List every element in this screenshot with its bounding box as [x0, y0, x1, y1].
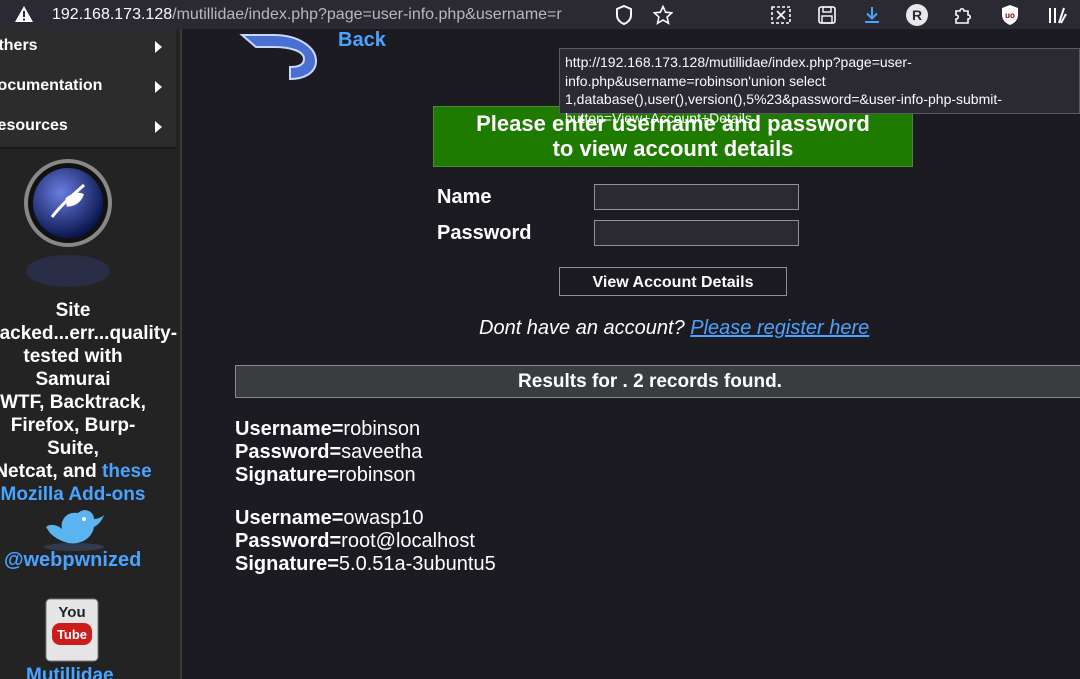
url-host: 192.168.173.128	[52, 6, 173, 23]
ublock-origin-icon[interactable]: uo	[999, 4, 1021, 26]
svg-text:uo: uo	[1005, 11, 1015, 20]
record-password: saveetha	[341, 441, 423, 463]
record-password: root@localhost	[341, 530, 475, 552]
twitter-bird-icon[interactable]	[40, 503, 108, 551]
twitter-handle-link[interactable]: @webpwnized	[4, 549, 141, 572]
sidebar-item-label: Documentation	[0, 77, 103, 94]
back-arrow-icon[interactable]	[238, 29, 322, 81]
name-input[interactable]	[594, 184, 799, 210]
result-record: Username=robinson Password=saveetha Sign…	[235, 418, 423, 486]
name-label: Name	[437, 186, 492, 208]
record-signature: robinson	[338, 464, 416, 486]
svg-text:You: You	[58, 604, 85, 621]
sidebar-item-resources[interactable]: Resources	[0, 107, 176, 149]
these-link[interactable]: these	[102, 461, 152, 482]
download-icon[interactable]	[861, 4, 883, 26]
bookmark-star-icon[interactable]	[652, 4, 674, 26]
owasp-logo[interactable]	[22, 159, 114, 289]
extensions-puzzle-icon[interactable]	[951, 4, 973, 26]
warning-icon[interactable]	[14, 5, 34, 23]
shield-icon[interactable]	[613, 4, 635, 26]
password-label: Password	[437, 222, 532, 244]
results-header: Results for . 2 records found.	[235, 365, 1080, 398]
profile-avatar[interactable]: R	[906, 4, 928, 26]
mutillidae-link[interactable]: Mutillidae	[26, 665, 114, 679]
record-username: owasp10	[343, 507, 424, 529]
sidebar-item-documentation[interactable]: Documentation	[0, 67, 176, 109]
library-icon[interactable]	[1047, 4, 1069, 26]
sidebar-item-others[interactable]: Others	[0, 29, 176, 69]
svg-text:Tube: Tube	[57, 627, 87, 642]
link-url-tooltip: http://192.168.173.128/mutillidae/index.…	[559, 48, 1080, 126]
mozilla-addons-link[interactable]: Mozilla Add-ons	[1, 484, 146, 505]
sidebar-item-label: Others	[0, 37, 38, 54]
youtube-icon[interactable]: You Tube	[44, 597, 100, 667]
submenu-arrow-icon	[155, 121, 162, 133]
record-username: robinson	[343, 418, 421, 440]
back-link[interactable]: Back	[338, 29, 386, 51]
browser-toolbar: 192.168.173.128/mutillidae/index.php?pag…	[0, 0, 1080, 29]
submenu-arrow-icon	[155, 41, 162, 53]
save-to-pocket-icon[interactable]	[816, 4, 838, 26]
address-bar[interactable]: 192.168.173.128/mutillidae/index.php?pag…	[52, 5, 604, 25]
register-link[interactable]: Please register here	[690, 317, 869, 339]
result-record: Username=owasp10 Password=root@localhost…	[235, 507, 496, 575]
url-path: /mutillidae/index.php?page=user-info.php…	[172, 6, 562, 23]
submenu-arrow-icon	[155, 81, 162, 93]
register-prompt: Dont have an account? Please register he…	[479, 317, 870, 339]
view-account-details-button[interactable]: View Account Details	[559, 267, 787, 296]
sidebar-item-label: Resources	[0, 117, 68, 134]
sidebar: Others Documentation Resources Site hack…	[0, 29, 182, 679]
record-signature: 5.0.51a-3ubuntu5	[338, 553, 496, 575]
password-input[interactable]	[594, 220, 799, 246]
sidebar-site-credits: Site hacked...err...quality- tested with…	[0, 300, 178, 505]
screenshot-icon[interactable]	[770, 4, 792, 26]
